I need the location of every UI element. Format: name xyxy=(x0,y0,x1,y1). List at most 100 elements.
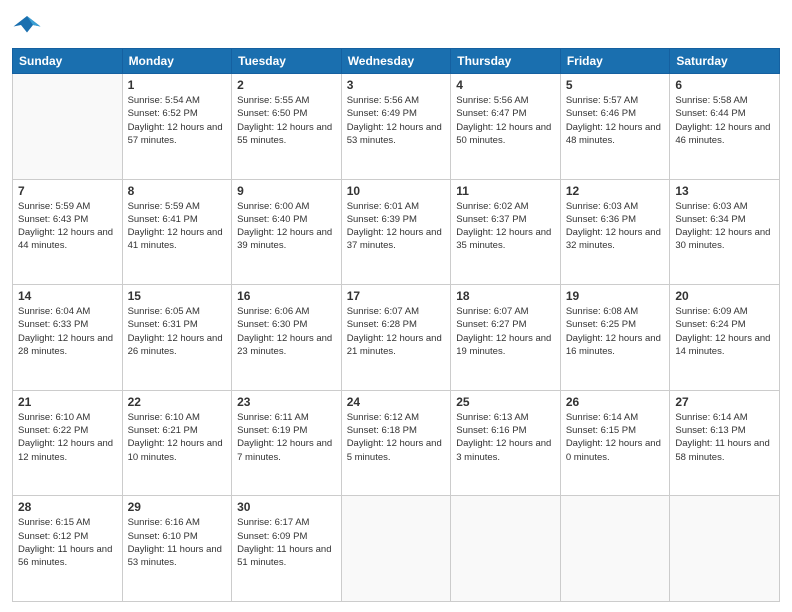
day-number: 23 xyxy=(237,395,336,409)
calendar-cell: 2 Sunrise: 5:55 AMSunset: 6:50 PMDaylight… xyxy=(232,74,342,180)
calendar-cell: 27 Sunrise: 6:14 AMSunset: 6:13 PMDayligh… xyxy=(670,390,780,496)
day-number: 22 xyxy=(128,395,227,409)
calendar-cell: 20 Sunrise: 6:09 AMSunset: 6:24 PMDayligh… xyxy=(670,285,780,391)
calendar-cell: 24Sunrise: 6:12 AMSunset: 6:18 PMDayligh… xyxy=(341,390,451,496)
calendar-week-2: 7 Sunrise: 5:59 AMSunset: 6:43 PMDaylight… xyxy=(13,179,780,285)
day-number: 20 xyxy=(675,289,774,303)
calendar-cell: 10Sunrise: 6:01 AMSunset: 6:39 PMDayligh… xyxy=(341,179,451,285)
day-number: 14 xyxy=(18,289,117,303)
day-number: 12 xyxy=(566,184,665,198)
day-number: 2 xyxy=(237,78,336,92)
day-number: 28 xyxy=(18,500,117,514)
day-detail: Sunrise: 6:16 AMSunset: 6:10 PMDaylight:… xyxy=(128,516,227,569)
weekday-header-monday: Monday xyxy=(122,49,232,74)
day-number: 5 xyxy=(566,78,665,92)
weekday-header-saturday: Saturday xyxy=(670,49,780,74)
calendar-cell: 4 Sunrise: 5:56 AMSunset: 6:47 PMDaylight… xyxy=(451,74,561,180)
day-number: 24 xyxy=(347,395,446,409)
day-detail: Sunrise: 6:13 AMSunset: 6:16 PMDaylight:… xyxy=(456,411,555,464)
calendar-week-1: 1 Sunrise: 5:54 AMSunset: 6:52 PMDaylight… xyxy=(13,74,780,180)
day-detail: Sunrise: 6:14 AMSunset: 6:13 PMDaylight:… xyxy=(675,411,774,464)
day-detail: Sunrise: 6:11 AMSunset: 6:19 PMDaylight:… xyxy=(237,411,336,464)
day-detail: Sunrise: 5:58 AMSunset: 6:44 PMDaylight:… xyxy=(675,94,774,147)
calendar-cell: 3Sunrise: 5:56 AMSunset: 6:49 PMDaylight… xyxy=(341,74,451,180)
calendar-cell xyxy=(670,496,780,602)
calendar-cell: 28Sunrise: 6:15 AMSunset: 6:12 PMDayligh… xyxy=(13,496,123,602)
calendar-cell: 30Sunrise: 6:17 AMSunset: 6:09 PMDayligh… xyxy=(232,496,342,602)
day-number: 8 xyxy=(128,184,227,198)
day-detail: Sunrise: 5:57 AMSunset: 6:46 PMDaylight:… xyxy=(566,94,665,147)
day-detail: Sunrise: 6:07 AMSunset: 6:28 PMDaylight:… xyxy=(347,305,446,358)
page: SundayMondayTuesdayWednesdayThursdayFrid… xyxy=(0,0,792,612)
day-detail: Sunrise: 6:17 AMSunset: 6:09 PMDaylight:… xyxy=(237,516,336,569)
calendar-cell: 19 Sunrise: 6:08 AMSunset: 6:25 PMDayligh… xyxy=(560,285,670,391)
day-detail: Sunrise: 6:03 AMSunset: 6:34 PMDaylight:… xyxy=(675,200,774,253)
weekday-header-wednesday: Wednesday xyxy=(341,49,451,74)
calendar-week-5: 28Sunrise: 6:15 AMSunset: 6:12 PMDayligh… xyxy=(13,496,780,602)
day-detail: Sunrise: 5:59 AMSunset: 6:41 PMDaylight:… xyxy=(128,200,227,253)
day-detail: Sunrise: 5:55 AMSunset: 6:50 PMDaylight:… xyxy=(237,94,336,147)
day-detail: Sunrise: 5:59 AMSunset: 6:43 PMDaylight:… xyxy=(18,200,117,253)
day-detail: Sunrise: 6:03 AMSunset: 6:36 PMDaylight:… xyxy=(566,200,665,253)
day-detail: Sunrise: 6:07 AMSunset: 6:27 PMDaylight:… xyxy=(456,305,555,358)
day-number: 15 xyxy=(128,289,227,303)
day-number: 18 xyxy=(456,289,555,303)
day-detail: Sunrise: 5:54 AMSunset: 6:52 PMDaylight:… xyxy=(128,94,227,147)
calendar-cell: 22 Sunrise: 6:10 AMSunset: 6:21 PMDayligh… xyxy=(122,390,232,496)
calendar-cell: 5 Sunrise: 5:57 AMSunset: 6:46 PMDaylight… xyxy=(560,74,670,180)
calendar-cell: 6 Sunrise: 5:58 AMSunset: 6:44 PMDaylight… xyxy=(670,74,780,180)
calendar-cell: 25 Sunrise: 6:13 AMSunset: 6:16 PMDayligh… xyxy=(451,390,561,496)
day-detail: Sunrise: 6:09 AMSunset: 6:24 PMDaylight:… xyxy=(675,305,774,358)
day-detail: Sunrise: 6:05 AMSunset: 6:31 PMDaylight:… xyxy=(128,305,227,358)
day-detail: Sunrise: 6:10 AMSunset: 6:21 PMDaylight:… xyxy=(128,411,227,464)
header xyxy=(12,10,780,40)
calendar-cell xyxy=(560,496,670,602)
calendar-cell: 11Sunrise: 6:02 AMSunset: 6:37 PMDayligh… xyxy=(451,179,561,285)
day-number: 19 xyxy=(566,289,665,303)
weekday-header-thursday: Thursday xyxy=(451,49,561,74)
day-number: 29 xyxy=(128,500,227,514)
calendar-cell: 8 Sunrise: 5:59 AMSunset: 6:41 PMDaylight… xyxy=(122,179,232,285)
day-number: 16 xyxy=(237,289,336,303)
day-number: 27 xyxy=(675,395,774,409)
calendar-cell: 21 Sunrise: 6:10 AMSunset: 6:22 PMDayligh… xyxy=(13,390,123,496)
weekday-header-sunday: Sunday xyxy=(13,49,123,74)
calendar-week-3: 14 Sunrise: 6:04 AMSunset: 6:33 PMDayligh… xyxy=(13,285,780,391)
calendar-cell: 12 Sunrise: 6:03 AMSunset: 6:36 PMDayligh… xyxy=(560,179,670,285)
weekday-header-row: SundayMondayTuesdayWednesdayThursdayFrid… xyxy=(13,49,780,74)
calendar-cell: 17Sunrise: 6:07 AMSunset: 6:28 PMDayligh… xyxy=(341,285,451,391)
day-detail: Sunrise: 6:04 AMSunset: 6:33 PMDaylight:… xyxy=(18,305,117,358)
day-number: 10 xyxy=(347,184,446,198)
day-detail: Sunrise: 6:10 AMSunset: 6:22 PMDaylight:… xyxy=(18,411,117,464)
day-detail: Sunrise: 6:06 AMSunset: 6:30 PMDaylight:… xyxy=(237,305,336,358)
day-number: 11 xyxy=(456,184,555,198)
calendar-cell: 23 Sunrise: 6:11 AMSunset: 6:19 PMDayligh… xyxy=(232,390,342,496)
calendar-table: SundayMondayTuesdayWednesdayThursdayFrid… xyxy=(12,48,780,602)
day-number: 26 xyxy=(566,395,665,409)
calendar-cell: 13Sunrise: 6:03 AMSunset: 6:34 PMDayligh… xyxy=(670,179,780,285)
calendar-cell: 7 Sunrise: 5:59 AMSunset: 6:43 PMDaylight… xyxy=(13,179,123,285)
calendar-cell: 18 Sunrise: 6:07 AMSunset: 6:27 PMDayligh… xyxy=(451,285,561,391)
day-number: 21 xyxy=(18,395,117,409)
calendar-cell xyxy=(341,496,451,602)
day-number: 6 xyxy=(675,78,774,92)
logo-icon xyxy=(12,10,42,40)
calendar-week-4: 21 Sunrise: 6:10 AMSunset: 6:22 PMDayligh… xyxy=(13,390,780,496)
day-detail: Sunrise: 5:56 AMSunset: 6:47 PMDaylight:… xyxy=(456,94,555,147)
day-detail: Sunrise: 6:08 AMSunset: 6:25 PMDaylight:… xyxy=(566,305,665,358)
weekday-header-friday: Friday xyxy=(560,49,670,74)
day-detail: Sunrise: 6:14 AMSunset: 6:15 PMDaylight:… xyxy=(566,411,665,464)
calendar-cell: 9Sunrise: 6:00 AMSunset: 6:40 PMDaylight… xyxy=(232,179,342,285)
calendar-cell: 1 Sunrise: 5:54 AMSunset: 6:52 PMDaylight… xyxy=(122,74,232,180)
day-number: 1 xyxy=(128,78,227,92)
day-number: 7 xyxy=(18,184,117,198)
day-number: 25 xyxy=(456,395,555,409)
day-detail: Sunrise: 5:56 AMSunset: 6:49 PMDaylight:… xyxy=(347,94,446,147)
calendar-cell xyxy=(13,74,123,180)
logo xyxy=(12,10,46,40)
calendar-cell: 14 Sunrise: 6:04 AMSunset: 6:33 PMDayligh… xyxy=(13,285,123,391)
calendar-cell: 29 Sunrise: 6:16 AMSunset: 6:10 PMDayligh… xyxy=(122,496,232,602)
day-number: 9 xyxy=(237,184,336,198)
calendar-cell: 15 Sunrise: 6:05 AMSunset: 6:31 PMDayligh… xyxy=(122,285,232,391)
day-number: 4 xyxy=(456,78,555,92)
